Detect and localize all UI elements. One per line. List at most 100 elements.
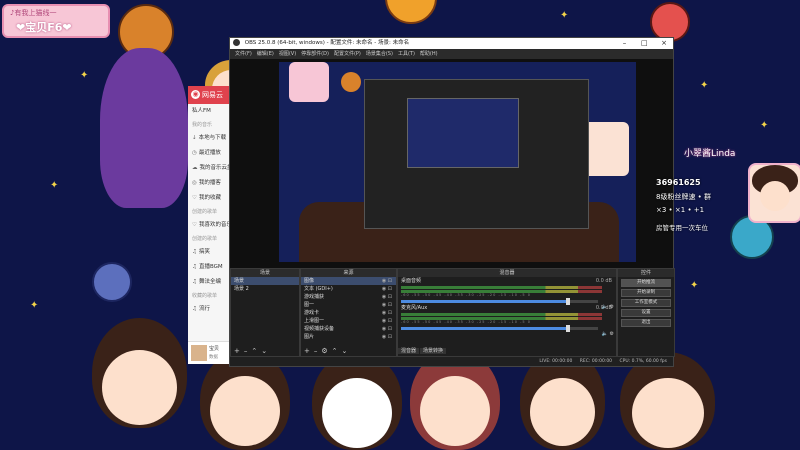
menu-item[interactable]: 工具(T) (398, 51, 415, 57)
menu-item[interactable]: 帮助(H) (420, 51, 438, 57)
music-item-label: 搞笑 (198, 249, 210, 255)
netease-logo-icon: ◉ (191, 90, 200, 99)
source-item[interactable]: 图一 ◉ ⊡ (301, 301, 396, 309)
sources-toolbar: + – ⚙ ⌃ ⌄ (301, 347, 396, 356)
source-item[interactable]: 图像 ◉ ⊡ (301, 277, 396, 285)
move-up-button[interactable]: ⌃ (332, 347, 338, 355)
visibility-eye-icon[interactable]: ◉ ⊡ (382, 325, 392, 333)
move-down-button[interactable]: ⌄ (342, 347, 348, 355)
music-sidebar-item[interactable]: ♫ 搞笑 (188, 245, 234, 260)
menu-item[interactable]: 停靠部件(D) (301, 51, 329, 57)
speaker-icon[interactable]: 🔈 ⚙ (602, 331, 614, 337)
source-item[interactable]: 游戏捕获 ◉ ⊡ (301, 293, 396, 301)
mixer-tab[interactable]: 混音器 (398, 348, 420, 354)
music-sidebar-item[interactable]: ↓ 本地与下载 (188, 131, 234, 146)
character-illustration (530, 378, 595, 446)
mixer-channel-db: 0.0 dB (595, 278, 612, 284)
volume-slider-handle[interactable] (566, 325, 571, 332)
source-item[interactable]: 视频捕获设备 ◉ ⊡ (301, 325, 396, 333)
mixer-channel-name: 桌面音频 (401, 278, 422, 284)
visibility-eye-icon[interactable]: ◉ ⊡ (382, 333, 392, 341)
control-button[interactable]: 退出 (621, 319, 671, 327)
control-button[interactable]: 开始推流 (621, 279, 671, 287)
add-scene-button[interactable]: + (234, 347, 240, 355)
move-up-button[interactable]: ⌃ (251, 347, 257, 355)
music-item-icon: ◎ (192, 180, 197, 186)
album-cover[interactable] (191, 345, 207, 361)
scenes-dock-title: 场景 (231, 269, 299, 277)
planet-decoration (341, 72, 361, 92)
scene-item[interactable]: 场景 2 (231, 285, 299, 293)
music-sidebar-list: 私人FM 我的音乐 ↓ 本地与下载 ◷ 最近播放 ☁ 我的音乐云盘 ◎ 我的播客 ♡ 我的收藏 创建的歌… (188, 104, 234, 317)
music-sidebar-item[interactable]: 私人FM (188, 104, 234, 119)
planet-decoration (92, 262, 132, 302)
audio-level-meter (401, 313, 602, 316)
maximize-button[interactable]: □ (635, 38, 653, 49)
source-item[interactable]: 上滑图一 ◉ ⊡ (301, 317, 396, 325)
audio-level-meter (401, 317, 602, 320)
minimize-button[interactable]: – (616, 38, 634, 49)
music-sidebar-item[interactable]: ♫ 舞法全编 (188, 275, 234, 290)
preview-canvas[interactable] (279, 62, 636, 262)
remove-source-button[interactable]: – (314, 347, 318, 355)
visibility-eye-icon[interactable]: ◉ ⊡ (382, 285, 392, 293)
music-sidebar-item[interactable]: ♡ 我的收藏 (188, 191, 234, 206)
character-illustration (102, 350, 177, 425)
source-label: 视频捕获设备 (304, 326, 335, 332)
obs-titlebar[interactable]: OBS 25.0.8 (64-bit, windows) - 配置文件: 未命名… (230, 38, 673, 49)
music-item-icon: ♫ (192, 249, 197, 255)
visibility-eye-icon[interactable]: ◉ ⊡ (382, 309, 392, 317)
visibility-eye-icon[interactable]: ◉ ⊡ (382, 317, 392, 325)
music-sidebar-item[interactable]: ♡ 我喜欢的音乐 (188, 218, 234, 233)
source-label: 图片 (304, 334, 315, 340)
menu-item[interactable]: 配置文件(P) (334, 51, 361, 57)
menu-item[interactable]: 文件(F) (235, 51, 252, 57)
music-item-label: 舞法全编 (198, 279, 221, 285)
music-player-title: 网易云 (202, 91, 223, 99)
music-sidebar-item[interactable]: ♫ 流行 (188, 302, 234, 317)
control-button[interactable]: 工作室模式 (621, 299, 671, 307)
music-item-label: 本地与下载 (198, 135, 227, 141)
source-item[interactable]: 游戏卡 ◉ ⊡ (301, 309, 396, 317)
star-decoration: ✦ (690, 280, 699, 291)
add-source-button[interactable]: + (304, 347, 310, 355)
sources-dock-title: 来源 (301, 269, 396, 277)
mixer-channel: 桌面音频 0.0 dB -60 -55 -50 -45 -40 -35 -30 -2… (398, 277, 616, 310)
music-sidebar-item[interactable]: ◎ 我的播客 (188, 176, 234, 191)
close-button[interactable]: × (655, 38, 673, 49)
music-sidebar-item[interactable]: ☁ 我的音乐云盘 (188, 161, 234, 176)
move-down-button[interactable]: ⌄ (261, 347, 267, 355)
audio-level-meter (401, 286, 602, 289)
menu-item[interactable]: 场景集合(S) (366, 51, 393, 57)
remove-scene-button[interactable]: – (244, 347, 248, 355)
music-sidebar-item[interactable]: ♫ 直播BGM (188, 260, 234, 275)
menu-item[interactable]: 视图(V) (279, 51, 296, 57)
visibility-eye-icon[interactable]: ◉ ⊡ (382, 301, 392, 309)
visibility-eye-icon[interactable]: ◉ ⊡ (382, 277, 392, 285)
source-item[interactable]: 文本 (GDI+) ◉ ⊡ (301, 285, 396, 293)
control-button[interactable]: 开始录制 (621, 289, 671, 297)
source-item[interactable]: 图片 ◉ ⊡ (301, 333, 396, 341)
rec-timer: REC: 00:00:00 (579, 359, 613, 364)
mixer-tab[interactable]: 场景转换 (420, 348, 447, 354)
live-timer: LIVE: 00:00:00 (539, 359, 573, 364)
avatar-face (760, 181, 790, 211)
control-button[interactable]: 设置 (621, 309, 671, 317)
music-sidebar-item[interactable]: ◷ 最近播放 (188, 146, 234, 161)
source-list: 图像 ◉ ⊡ 文本 (GDI+) ◉ ⊡ 游戏捕获 ◉ ⊡ 图一 ◉ ⊡ 游戏卡 ◉ ⊡ 上滑图一 ◉… (301, 277, 396, 341)
scene-item[interactable]: 场景 (231, 277, 299, 285)
source-label: 图像 (304, 278, 315, 284)
music-item-label: 我的播客 (198, 180, 221, 186)
menu-item[interactable]: 编辑(E) (257, 51, 274, 57)
volume-slider[interactable] (401, 298, 598, 305)
visibility-eye-icon[interactable]: ◉ ⊡ (382, 293, 392, 301)
source-properties-gear-icon[interactable]: ⚙ (321, 347, 327, 355)
room-manager-text: 房管专用一次车位 (656, 224, 708, 232)
mixer-channel-header: 麦克风/Aux 0.0 dB (398, 304, 616, 312)
cpu-fps-readout: CPU: 0.7%, 60.00 fps (619, 359, 668, 364)
nested-preview-inner (407, 98, 519, 168)
volume-slider[interactable] (401, 325, 598, 332)
now-playing-bar[interactable]: 宝贝 数据 (188, 341, 234, 364)
mixer-dock: 混音器 桌面音频 0.0 dB -60 -55 -50 -45 -40 -35 -3… (397, 268, 617, 357)
obs-preview-area[interactable] (230, 59, 673, 302)
